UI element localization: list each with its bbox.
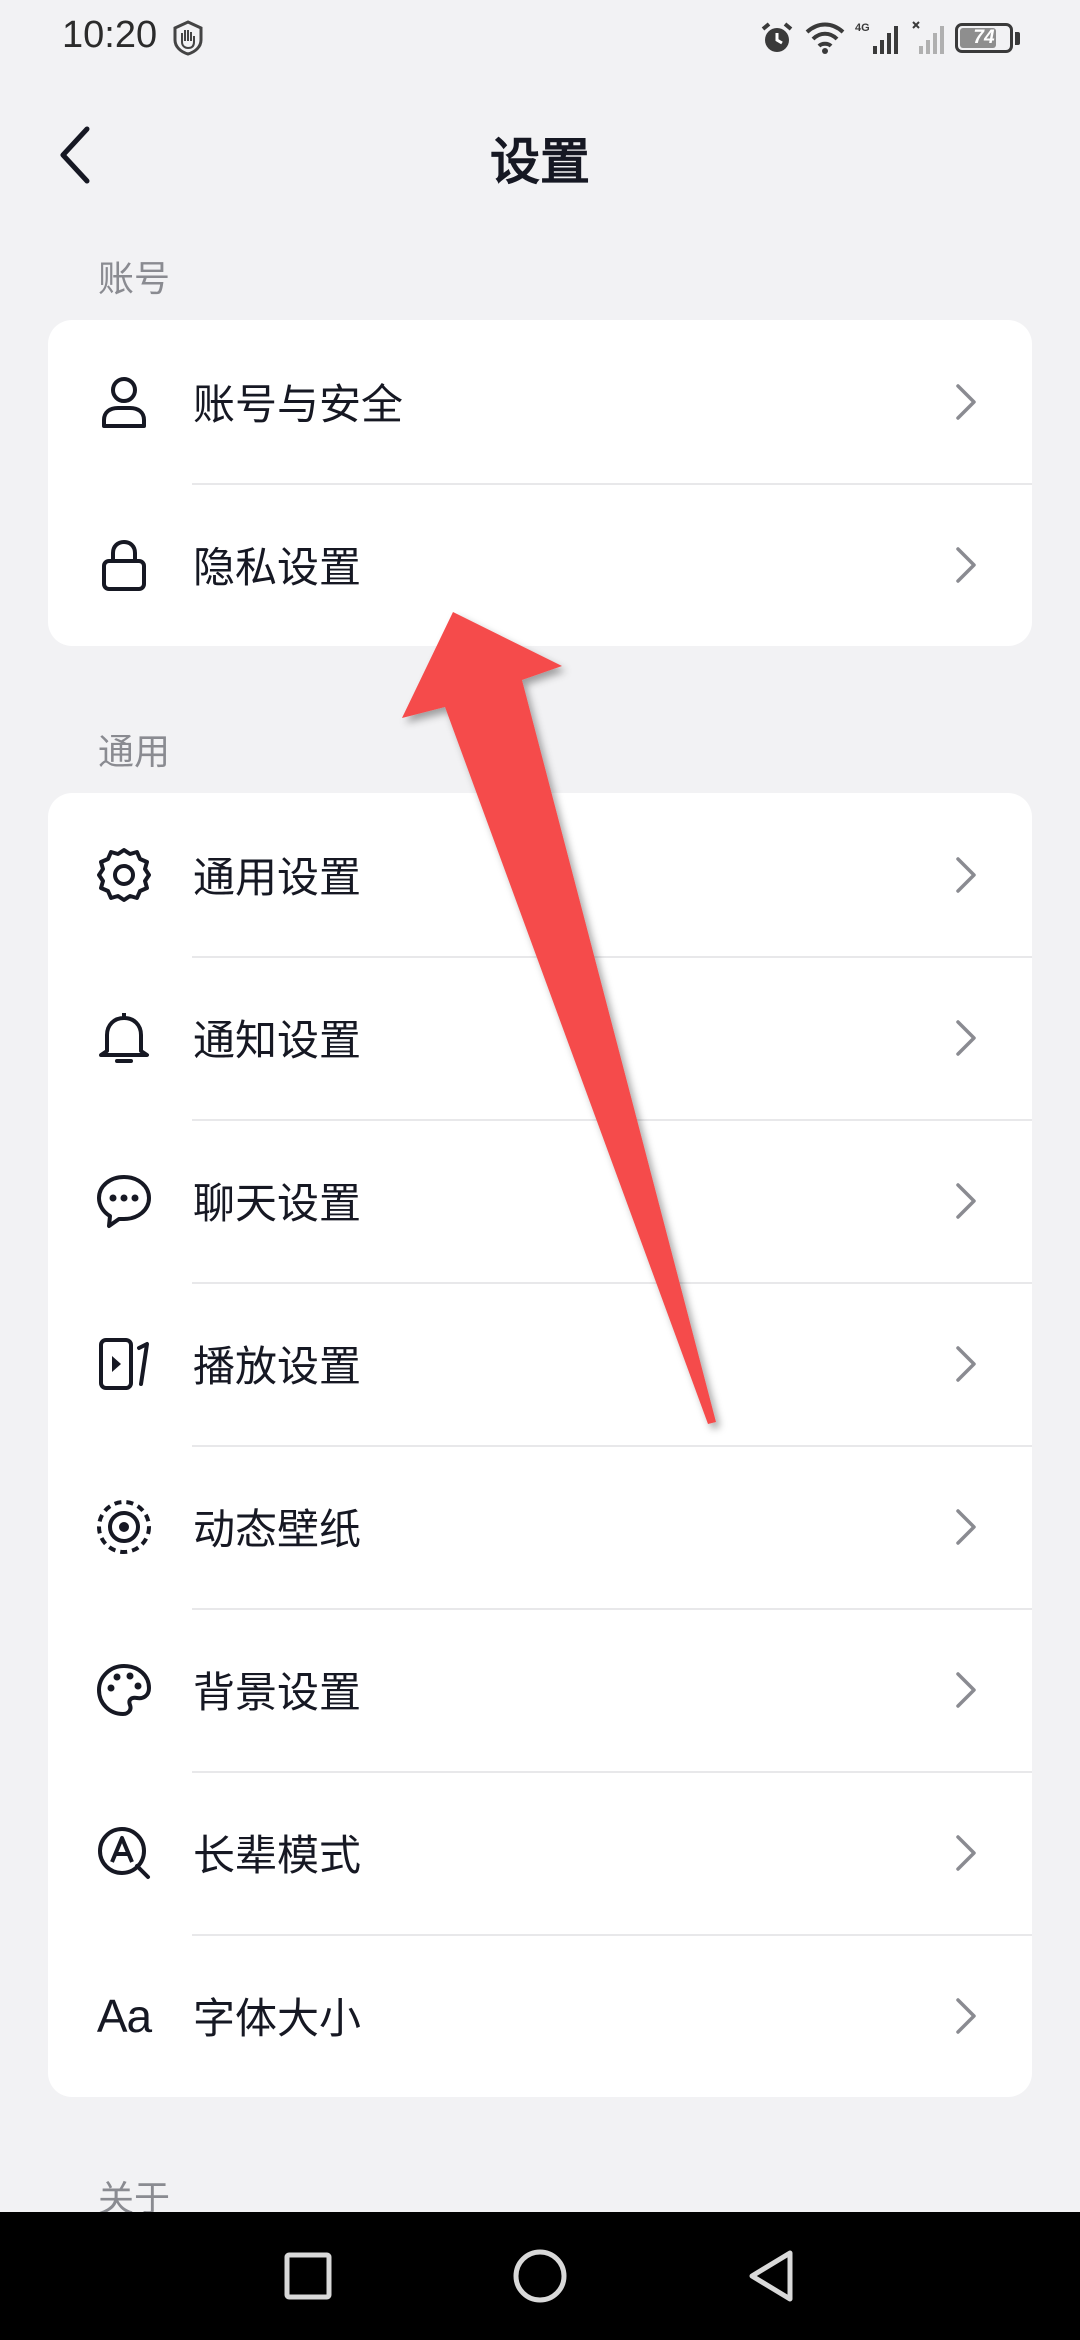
- alarm-icon: [759, 20, 795, 56]
- chevron-right-icon: [956, 383, 976, 420]
- nav-bar: 设置: [0, 100, 1080, 210]
- chevron-right-icon: [956, 1345, 976, 1382]
- recents-button[interactable]: [278, 2246, 338, 2306]
- chevron-right-icon: [956, 856, 976, 893]
- wifi-icon: [805, 20, 845, 56]
- chevron-right-icon: [956, 1508, 976, 1545]
- signal-empty-icon: [911, 20, 945, 56]
- font-size-glyph: Aa: [96, 1989, 152, 2042]
- chevron-right-icon: [956, 1019, 976, 1056]
- signal-4g-icon: 4G: [855, 20, 901, 56]
- palette-icon: [94, 1660, 154, 1720]
- triangle-back-icon: [749, 2250, 793, 2302]
- general-card: 通用设置 通知设置 聊天设置 播放设置 动态壁纸 背景设置 长辈模式 Aa 字体…: [48, 793, 1032, 2097]
- status-time: 10:20: [62, 14, 158, 56]
- system-back-button[interactable]: [742, 2246, 802, 2306]
- battery-cap: [1015, 31, 1020, 45]
- settings-item-account-security[interactable]: 账号与安全: [48, 320, 1032, 483]
- settings-item-elder-mode[interactable]: 长辈模式: [48, 1771, 1032, 1934]
- settings-item-label: 账号与安全: [193, 380, 404, 429]
- settings-item-label: 通用设置: [193, 853, 362, 902]
- circle-icon: [513, 2249, 567, 2303]
- settings-item-label: 通知设置: [193, 1016, 362, 1065]
- gear-icon: [94, 845, 154, 905]
- settings-item-label: 隐私设置: [193, 543, 362, 592]
- hand-shield-icon: [170, 20, 206, 56]
- chevron-right-icon: [956, 1671, 976, 1708]
- settings-item-notification[interactable]: 通知设置: [48, 956, 1032, 1119]
- chevron-right-icon: [956, 546, 976, 583]
- settings-item-label: 播放设置: [193, 1342, 362, 1391]
- live-wallpaper-icon: [94, 1497, 154, 1557]
- status-bar: 10:20 4G 74: [0, 0, 1080, 78]
- lock-icon: [94, 535, 154, 595]
- chevron-right-icon: [956, 1997, 976, 2034]
- bell-icon: [94, 1008, 154, 1068]
- elder-mode-icon: [94, 1823, 154, 1883]
- chevron-right-icon: [956, 1834, 976, 1871]
- settings-item-label: 背景设置: [193, 1668, 362, 1717]
- settings-item-label: 字体大小: [193, 1994, 362, 2043]
- account-card: 账号与安全 隐私设置: [48, 320, 1032, 646]
- system-navigation-bar: [0, 2212, 1080, 2340]
- battery-indicator: 74: [955, 23, 1013, 53]
- settings-item-label: 动态壁纸: [193, 1505, 362, 1554]
- square-icon: [284, 2252, 332, 2300]
- battery-percent: 74: [973, 27, 995, 48]
- settings-item-privacy[interactable]: 隐私设置: [48, 483, 1032, 646]
- section-label-account: 账号: [98, 259, 171, 300]
- settings-item-chat[interactable]: 聊天设置: [48, 1119, 1032, 1282]
- font-size-icon: Aa: [94, 1986, 154, 2046]
- svg-text:4G: 4G: [855, 22, 870, 34]
- settings-item-font-size[interactable]: Aa 字体大小: [48, 1934, 1032, 2097]
- settings-item-general[interactable]: 通用设置: [48, 793, 1032, 956]
- settings-item-label: 聊天设置: [193, 1179, 362, 1228]
- settings-item-playback[interactable]: 播放设置: [48, 1282, 1032, 1445]
- play-screen-icon: [94, 1334, 154, 1394]
- section-label-general: 通用: [98, 732, 171, 773]
- chevron-right-icon: [956, 1182, 976, 1219]
- status-icons: 4G 74: [759, 18, 1020, 58]
- page-title: 设置: [490, 133, 590, 191]
- settings-item-live-wallpaper[interactable]: 动态壁纸: [48, 1445, 1032, 1608]
- chat-bubble-icon: [94, 1171, 154, 1231]
- user-icon: [94, 372, 154, 432]
- settings-item-background[interactable]: 背景设置: [48, 1608, 1032, 1771]
- settings-item-label: 长辈模式: [193, 1831, 362, 1880]
- home-button[interactable]: [510, 2246, 570, 2306]
